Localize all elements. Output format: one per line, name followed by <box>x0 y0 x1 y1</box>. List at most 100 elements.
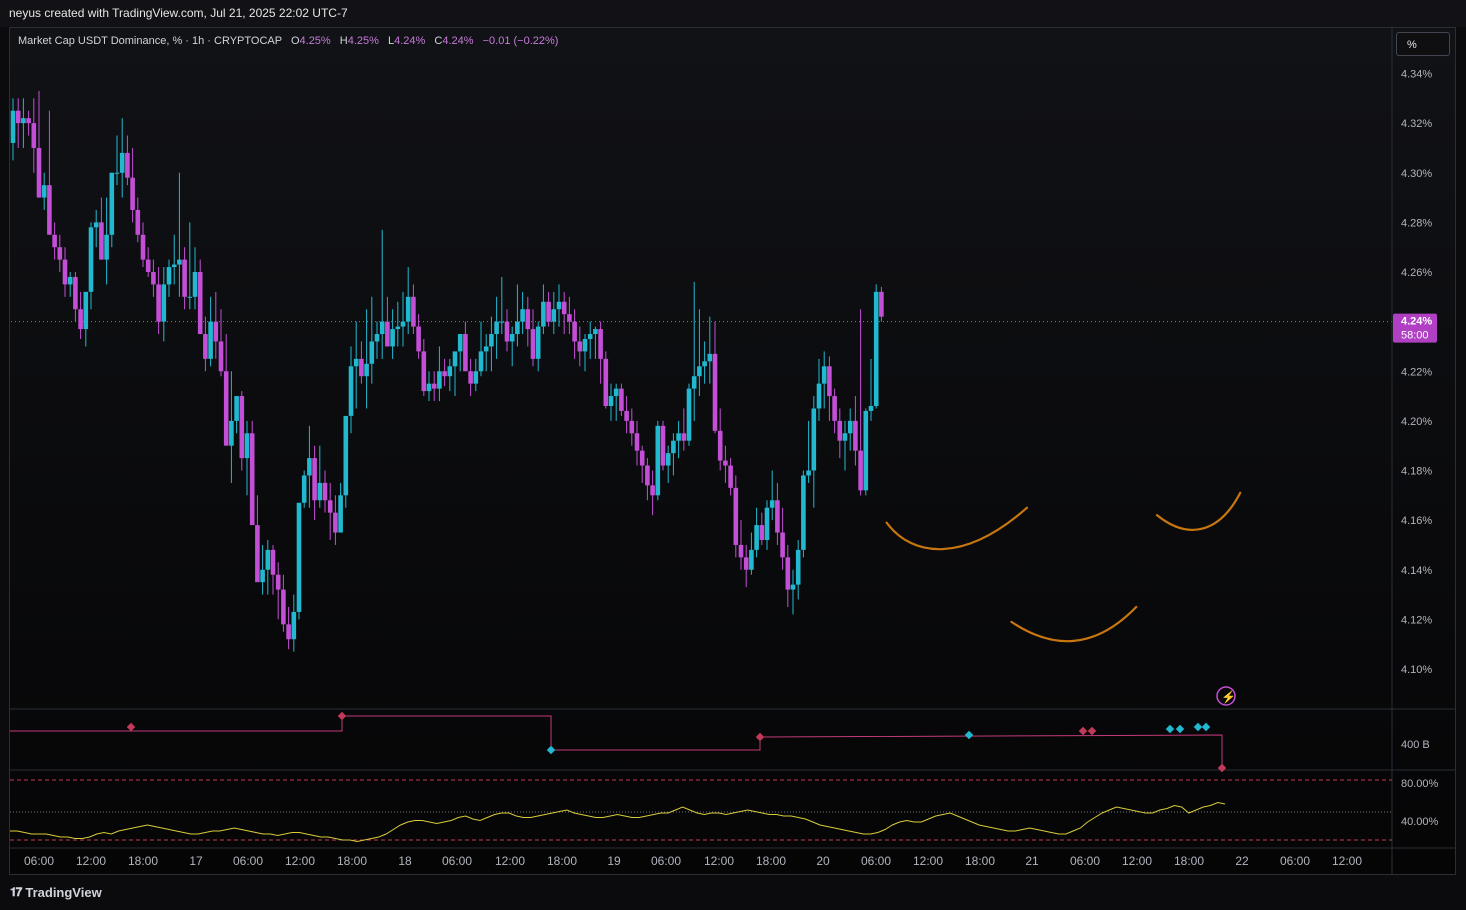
candle-body <box>140 234 146 260</box>
x-tick-label: 18 <box>398 854 412 868</box>
candle-body <box>244 433 250 459</box>
candle-body <box>78 309 83 330</box>
symbol-title[interactable]: Market Cap USDT Dominance, % · 1h · CRYP… <box>18 35 282 47</box>
signal-marker <box>1217 763 1227 773</box>
candle-body <box>697 366 702 377</box>
last-price-label: 4.24% <box>1401 316 1432 328</box>
candle-body <box>754 525 759 550</box>
candle-body <box>182 259 187 297</box>
oscillator-line <box>10 801 1226 843</box>
volume-panel: 400 B <box>10 708 1456 773</box>
x-tick-label: 06:00 <box>233 854 263 868</box>
candle-body <box>218 341 224 372</box>
volume-axis-label: 400 B <box>1401 739 1430 751</box>
candle-body <box>483 346 489 352</box>
candle-body <box>359 358 364 377</box>
candle-body <box>541 301 546 327</box>
x-tick-label: 06:00 <box>1280 854 1310 868</box>
candle-body <box>301 475 307 503</box>
chart-svg[interactable]: ⚡ 4.34% 4.32% 4.30% 4.28% 4.26% 4.22% 4.20% 4.1… <box>0 0 1466 910</box>
annotation-curve <box>1010 605 1138 643</box>
candle-body <box>10 110 16 143</box>
tradingview-logo[interactable]: 𝟏𝟕 TradingView <box>10 885 102 900</box>
candle-body <box>385 321 390 347</box>
candle-body <box>239 396 245 459</box>
x-tick-label: 06:00 <box>651 854 681 868</box>
x-tick-label: 18:00 <box>1174 854 1204 868</box>
candle-body <box>452 351 458 367</box>
time-axis: 06:00 12:00 18:00 17 06:00 12:00 18:00 18 06:00 1… <box>24 854 1362 868</box>
candle-body <box>203 334 208 359</box>
x-tick-label: 18:00 <box>965 854 995 868</box>
candle-body <box>291 611 297 640</box>
candle-body <box>255 525 260 583</box>
candle-body <box>333 512 338 533</box>
candle-body <box>348 366 354 416</box>
candle-body <box>447 366 453 377</box>
candle-body <box>213 321 219 342</box>
candle-body <box>873 291 879 406</box>
candle-body <box>801 475 806 550</box>
footer-bar: 𝟏𝟕 TradingView <box>0 878 1466 910</box>
candle-body <box>223 371 229 446</box>
percent-scale-button[interactable]: % <box>1396 32 1450 56</box>
candle-body <box>660 425 666 466</box>
candle-body <box>733 487 739 545</box>
candle-body <box>437 371 442 389</box>
tv-logo-icon: 𝟏𝟕 <box>10 885 22 899</box>
candle-body <box>62 259 68 285</box>
candle-body <box>613 388 619 397</box>
signal-marker <box>1193 722 1203 732</box>
annotation-curve <box>1155 491 1242 531</box>
y-tick-label: 4.30% <box>1401 168 1432 180</box>
candle-body <box>57 247 63 260</box>
candle-body <box>114 172 120 174</box>
candle-body <box>473 371 479 384</box>
candle-body <box>785 557 791 590</box>
candle-body <box>405 296 411 322</box>
candle-body <box>577 341 583 352</box>
candle-series <box>10 90 884 652</box>
candle-body <box>400 321 406 327</box>
x-tick-label: 22 <box>1235 854 1249 868</box>
candle-body <box>322 482 328 501</box>
signal-marker <box>1201 722 1211 732</box>
candle-body <box>832 396 837 421</box>
low-value: 4.24% <box>394 35 426 47</box>
candle-body <box>598 329 603 359</box>
candle-body <box>530 329 536 359</box>
candle-body <box>842 433 848 441</box>
change-value: −0.01 (−0.22%) <box>482 35 559 47</box>
signal-marker <box>1078 726 1088 736</box>
y-tick-label: 4.18% <box>1401 466 1432 478</box>
candle-body <box>353 358 359 367</box>
candle-body <box>151 272 156 285</box>
candle-body <box>364 363 369 377</box>
x-tick-label: 12:00 <box>1122 854 1152 868</box>
candle-body <box>395 326 401 330</box>
candle-body <box>639 450 645 466</box>
candle-body <box>853 420 858 451</box>
close-value: 4.24% <box>442 35 474 47</box>
x-tick-label: 12:00 <box>704 854 734 868</box>
candle-body <box>307 458 312 476</box>
band-lower-label: 40.00% <box>1401 816 1439 828</box>
candle-body <box>249 433 255 526</box>
candle-body <box>265 549 271 570</box>
x-tick-label: 18:00 <box>547 854 577 868</box>
open-value: 4.25% <box>299 35 331 47</box>
x-tick-label: 06:00 <box>442 854 472 868</box>
brand-name: TradingView <box>25 885 102 900</box>
candle-body <box>177 259 182 265</box>
candle-body <box>421 351 427 392</box>
candle-body <box>15 110 21 124</box>
candle-body <box>837 420 843 441</box>
candle-body <box>775 500 780 533</box>
x-tick-label: 12:00 <box>913 854 943 868</box>
signal-marker <box>964 730 974 740</box>
alert-icon-glyph: ⚡ <box>1221 690 1236 704</box>
candle-body <box>234 396 239 421</box>
y-tick-label: 4.32% <box>1401 118 1432 130</box>
candle-body <box>197 272 203 335</box>
x-tick-label: 12:00 <box>495 854 525 868</box>
